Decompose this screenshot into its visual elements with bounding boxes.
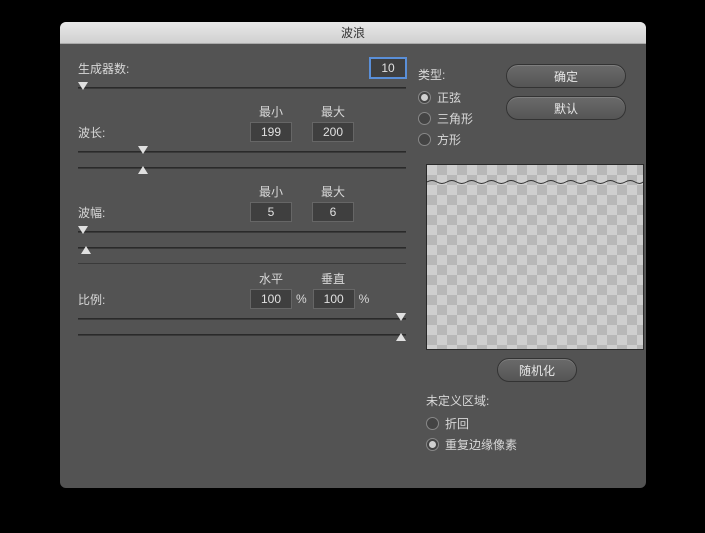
scale-h-header: 水平	[250, 270, 292, 287]
amplitude-max-input[interactable]	[312, 202, 354, 222]
wave-preview-line	[427, 174, 643, 180]
scale-v-header: 垂直	[312, 270, 354, 287]
amplitude-label: 波幅:	[78, 204, 146, 221]
undefined-label: 未定义区域:	[426, 392, 646, 409]
min-header: 最小	[250, 103, 292, 120]
undef-wrap[interactable]: 折回	[426, 415, 646, 432]
radio-icon	[418, 133, 431, 146]
type-triangle[interactable]: 三角形	[418, 110, 498, 127]
scale-v-input[interactable]	[313, 289, 355, 309]
scale-h-input[interactable]	[250, 289, 292, 309]
wavelength-label: 波长:	[78, 124, 146, 141]
default-button[interactable]: 默认	[506, 96, 626, 120]
pct1: %	[296, 292, 307, 306]
amplitude-min-input[interactable]	[250, 202, 292, 222]
radio-icon	[426, 417, 439, 430]
radio-icon	[418, 112, 431, 125]
wavelength-max-input[interactable]	[312, 122, 354, 142]
scale-h-slider[interactable]	[78, 312, 406, 326]
generators-slider[interactable]	[78, 81, 406, 95]
radio-icon	[418, 91, 431, 104]
radio-icon	[426, 438, 439, 451]
wavelength-min-slider[interactable]	[78, 145, 406, 159]
wavelength-max-slider[interactable]	[78, 161, 406, 175]
scale-label: 比例:	[78, 291, 146, 308]
titlebar[interactable]: 波浪	[60, 22, 646, 44]
type-sine[interactable]: 正弦	[418, 89, 498, 106]
undef-repeat[interactable]: 重复边缘像素	[426, 436, 646, 453]
window-title: 波浪	[341, 24, 365, 41]
ok-button[interactable]: 确定	[506, 64, 626, 88]
scale-v-slider[interactable]	[78, 328, 406, 342]
generators-label: 生成器数:	[78, 60, 146, 77]
type-square[interactable]: 方形	[418, 131, 498, 148]
randomize-button[interactable]: 随机化	[497, 358, 577, 382]
pct2: %	[359, 292, 370, 306]
wavelength-min-input[interactable]	[250, 122, 292, 142]
wave-dialog: 波浪 生成器数: 最小 最大 波长:	[60, 22, 646, 488]
max-header: 最大	[312, 103, 354, 120]
max-header2: 最大	[312, 183, 354, 200]
min-header2: 最小	[250, 183, 292, 200]
type-label: 类型:	[418, 66, 498, 83]
generators-input[interactable]	[370, 58, 406, 78]
amplitude-min-slider[interactable]	[78, 225, 406, 239]
amplitude-max-slider[interactable]	[78, 241, 406, 255]
preview	[426, 164, 644, 350]
